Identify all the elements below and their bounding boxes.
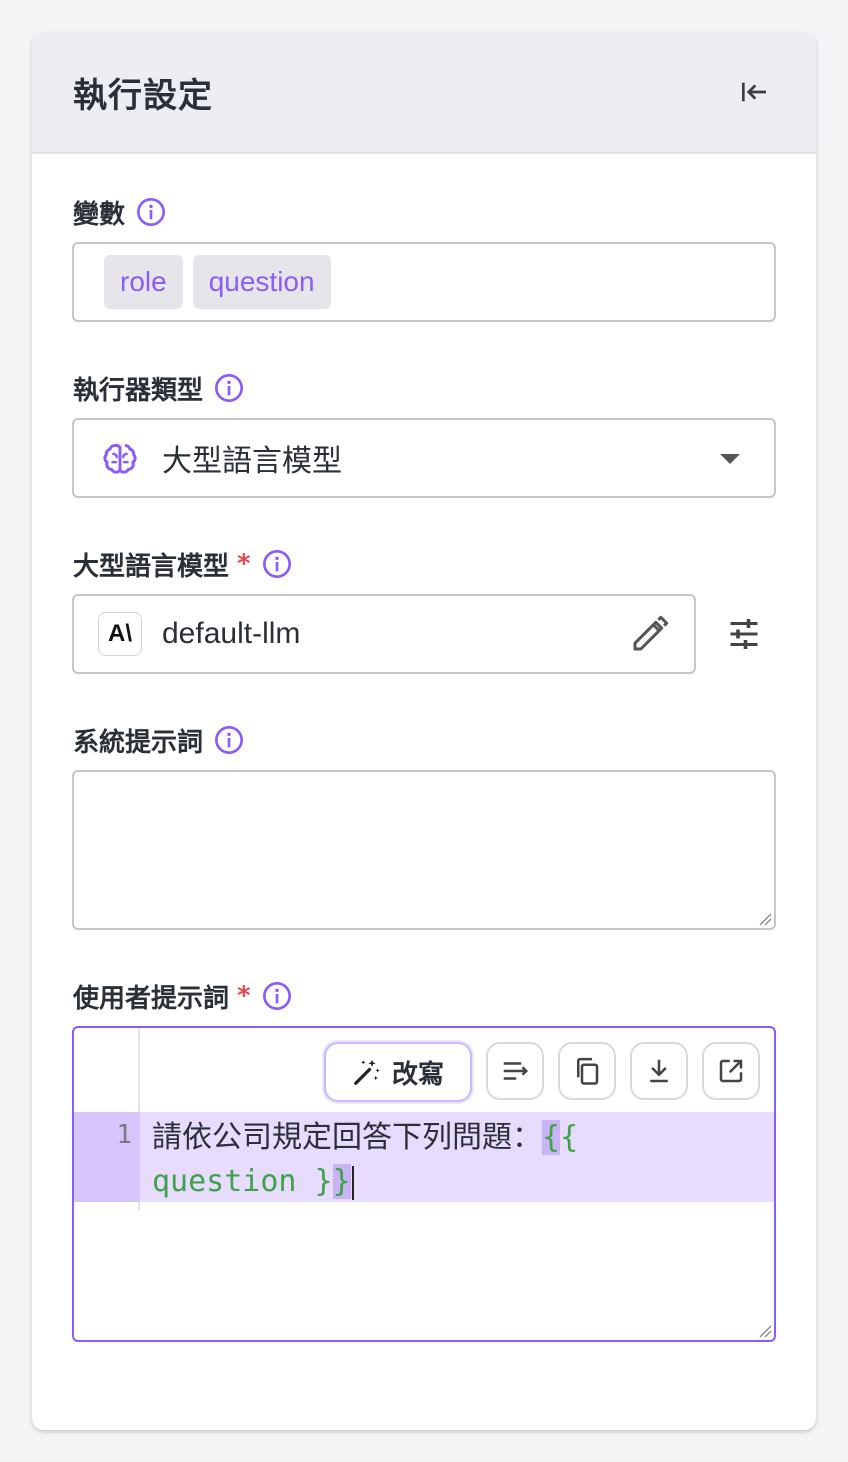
system-prompt-label: 系統提示詞 — [73, 720, 245, 760]
resize-handle-icon[interactable] — [758, 1324, 772, 1338]
code-line[interactable]: 請依公司規定回答下列問題：{{ question }} — [152, 1116, 752, 1204]
llm-select-field[interactable]: A\ default-llm — [72, 594, 696, 674]
user-prompt-label-text: 使用者提示詞 — [73, 983, 230, 1014]
info-icon[interactable] — [213, 372, 245, 404]
model-settings-button[interactable] — [722, 612, 766, 656]
template-open-brace: {{ — [542, 1120, 579, 1155]
variables-field: role question — [72, 242, 776, 322]
rewrite-button[interactable]: 改寫 — [324, 1042, 472, 1102]
user-prompt-editor[interactable]: 1 請依公司規定回答下列問題：{{ question }} 改寫 — [72, 1026, 776, 1342]
copy-button[interactable] — [558, 1042, 616, 1100]
tune-sliders-icon — [730, 619, 758, 649]
text-cursor — [351, 1165, 354, 1200]
info-icon[interactable] — [213, 724, 245, 756]
required-mark: * — [237, 981, 251, 1011]
template-variable: question } — [152, 1164, 333, 1199]
pencil-icon — [633, 615, 669, 651]
variables-label-text: 變數 — [73, 199, 126, 230]
download-icon — [650, 1059, 668, 1083]
magic-wand-icon — [354, 1059, 380, 1085]
execution-settings-panel: 執行設定 變數 role question 執行器類型 大型語言模型 大型語言模… — [32, 32, 816, 1430]
executor-type-label-text: 執行器類型 — [73, 375, 204, 406]
executor-type-value: 大型語言模型 — [162, 444, 342, 479]
prompt-text: 請依公司規定回答下列問題： — [152, 1120, 542, 1155]
open-external-button[interactable] — [702, 1042, 760, 1100]
required-mark: * — [237, 549, 251, 579]
variable-chip-question[interactable]: question — [192, 255, 331, 309]
line-number: 1 — [116, 1120, 132, 1150]
executor-type-select[interactable]: 大型語言模型 — [72, 418, 776, 498]
panel-title: 執行設定 — [73, 75, 213, 116]
anthropic-logo-icon: A\ — [98, 612, 142, 656]
llm-label: 大型語言模型 * — [73, 544, 293, 584]
system-prompt-label-text: 系統提示詞 — [73, 727, 204, 758]
format-button[interactable] — [486, 1042, 544, 1100]
panel-header: 執行設定 — [32, 32, 816, 154]
wrap-text-icon — [503, 1062, 529, 1080]
edit-model-button[interactable] — [630, 614, 670, 654]
variables-label: 變數 — [73, 192, 167, 232]
info-icon[interactable] — [261, 548, 293, 580]
llm-model-name: default-llm — [162, 617, 301, 650]
copy-icon — [577, 1057, 599, 1085]
editor-toolbar: 改寫 — [324, 1042, 760, 1102]
llm-label-text: 大型語言模型 — [73, 551, 230, 582]
brain-icon — [103, 443, 137, 474]
resize-handle-icon[interactable] — [758, 912, 772, 926]
system-prompt-textarea[interactable] — [72, 770, 776, 930]
info-icon[interactable] — [261, 980, 293, 1012]
collapse-left-icon — [742, 82, 766, 102]
rewrite-button-label: 改寫 — [391, 1059, 444, 1090]
user-prompt-label: 使用者提示詞 * — [73, 976, 293, 1016]
collapse-panel-button[interactable] — [732, 70, 776, 114]
info-icon[interactable] — [135, 196, 167, 228]
variable-chip-role[interactable]: role — [104, 255, 183, 309]
template-close-brace: } — [332, 1164, 351, 1199]
open-in-new-icon — [719, 1059, 743, 1083]
dropdown-caret-icon — [720, 454, 740, 464]
download-button[interactable] — [630, 1042, 688, 1100]
executor-type-label: 執行器類型 — [73, 368, 245, 408]
